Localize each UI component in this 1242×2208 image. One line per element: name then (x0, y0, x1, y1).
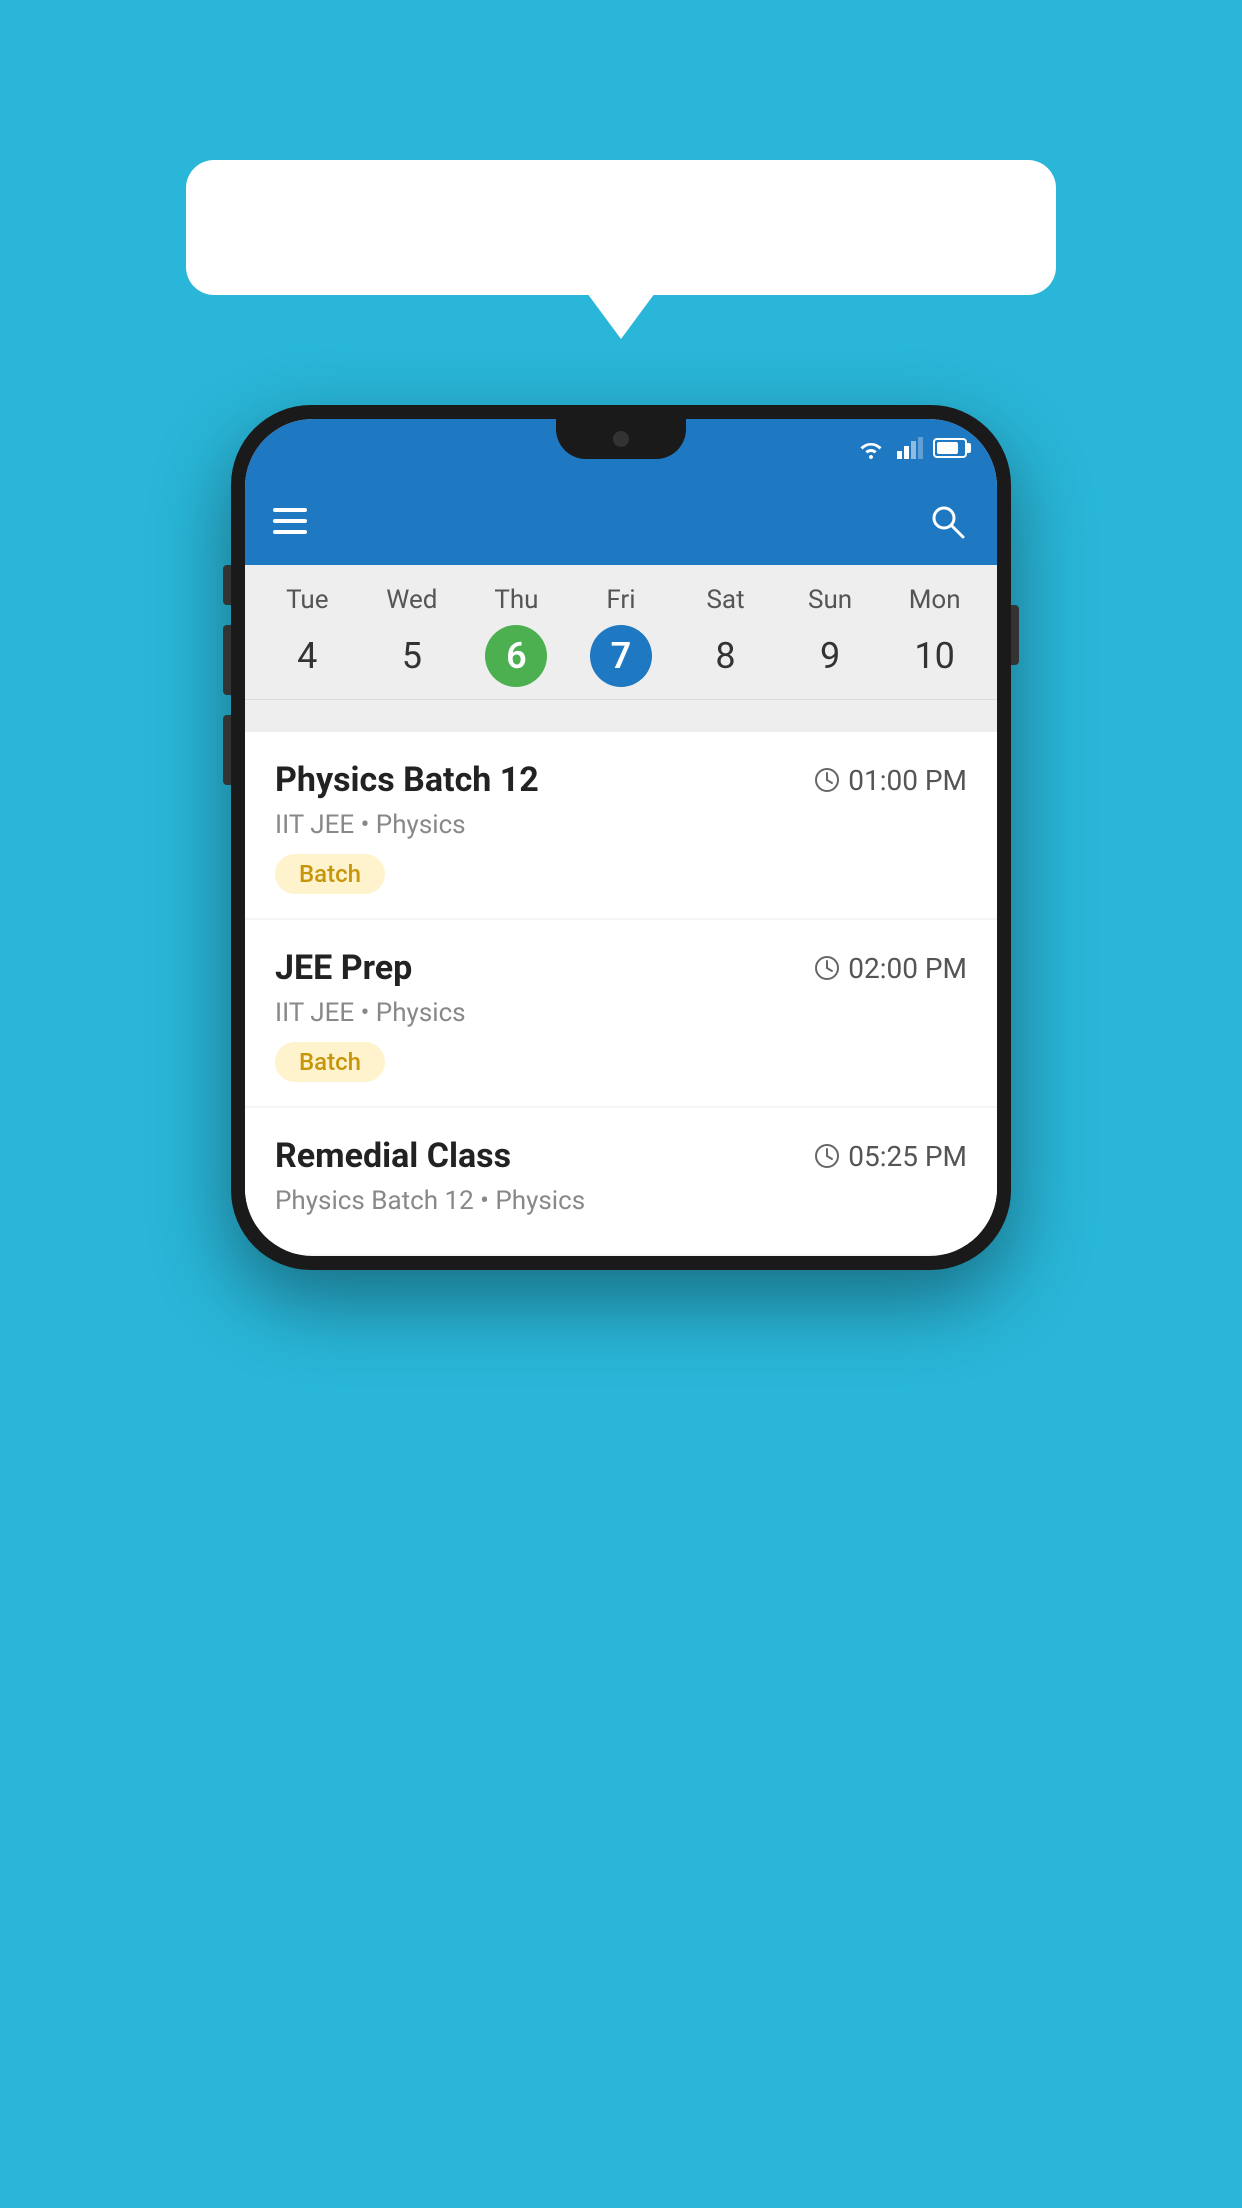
battery-icon (933, 438, 967, 458)
class-detail: IIT JEE • Physics (275, 998, 967, 1028)
class-time: 01:00 PM (814, 764, 967, 797)
battery-fill (937, 442, 958, 454)
class-item[interactable]: Physics Batch 12 01:00 PM IIT JEE • Physic… (245, 732, 997, 918)
class-list: Physics Batch 12 01:00 PM IIT JEE • Physic… (245, 732, 997, 1254)
day-name: Tue (286, 585, 328, 615)
search-icon (929, 503, 965, 539)
day-col-sat[interactable]: Sat 8 (695, 585, 757, 699)
day-name: Mon (909, 585, 961, 615)
day-number: 8 (695, 625, 757, 687)
clock-icon (814, 1143, 840, 1169)
day-number: 5 (381, 625, 443, 687)
clock-icon (814, 955, 840, 981)
day-number: 7 (590, 625, 652, 687)
class-header: JEE Prep 02:00 PM (275, 948, 967, 988)
class-name: Physics Batch 12 (275, 760, 539, 800)
batch-tag: Batch (275, 854, 385, 894)
class-name: Remedial Class (275, 1136, 511, 1176)
phone-wrapper: Tue 4 Wed 5 Thu 6 Fri 7 Sat 8 Sun 9 Mon 10 Physics Ba… (231, 405, 1011, 1270)
volume-down-button (223, 715, 231, 785)
day-col-sun[interactable]: Sun 9 (799, 585, 861, 699)
class-name: JEE Prep (275, 948, 412, 988)
class-header: Remedial Class 05:25 PM (275, 1136, 967, 1176)
wifi-icon (855, 437, 887, 459)
search-button[interactable] (925, 499, 969, 543)
day-col-thu[interactable]: Thu 6 (485, 585, 547, 699)
status-icons (855, 437, 967, 459)
class-time: 02:00 PM (814, 952, 967, 985)
volume-up-button (223, 625, 231, 695)
day-number: 6 (485, 625, 547, 687)
class-time: 05:25 PM (814, 1140, 967, 1173)
day-number: 9 (799, 625, 861, 687)
day-name: Thu (494, 585, 538, 615)
camera (613, 431, 629, 447)
selected-date-label (245, 699, 997, 732)
days-row: Tue 4 Wed 5 Thu 6 Fri 7 Sat 8 Sun 9 Mon 10 (245, 585, 997, 699)
phone-frame: Tue 4 Wed 5 Thu 6 Fri 7 Sat 8 Sun 9 Mon 10 Physics Ba… (231, 405, 1011, 1270)
status-bar (245, 419, 997, 477)
day-col-wed[interactable]: Wed 5 (381, 585, 443, 699)
power-button (1011, 605, 1019, 665)
class-detail: IIT JEE • Physics (275, 810, 967, 840)
signal-icon (897, 437, 923, 459)
batch-tag: Batch (275, 1042, 385, 1082)
class-header: Physics Batch 12 01:00 PM (275, 760, 967, 800)
volume-silent-button (223, 565, 231, 605)
menu-button[interactable] (273, 508, 307, 534)
app-bar (245, 477, 997, 565)
clock-icon (814, 767, 840, 793)
phone-screen: Tue 4 Wed 5 Thu 6 Fri 7 Sat 8 Sun 9 Mon 10 Physics Ba… (245, 419, 997, 1256)
class-item[interactable]: Remedial Class 05:25 PM Physics Batch 12 •… (245, 1108, 997, 1254)
speech-bubble-wrapper (186, 160, 1056, 295)
class-item[interactable]: JEE Prep 02:00 PM IIT JEE • Physics Batch (245, 920, 997, 1106)
calendar-strip: Tue 4 Wed 5 Thu 6 Fri 7 Sat 8 Sun 9 Mon 10 (245, 565, 997, 732)
class-detail: Physics Batch 12 • Physics (275, 1186, 967, 1216)
day-number: 4 (276, 625, 338, 687)
day-number: 10 (904, 625, 966, 687)
day-col-fri[interactable]: Fri 7 (590, 585, 652, 699)
day-name: Wed (386, 585, 437, 615)
notch (556, 419, 686, 459)
day-name: Fri (606, 585, 635, 615)
day-col-tue[interactable]: Tue 4 (276, 585, 338, 699)
day-col-mon[interactable]: Mon 10 (904, 585, 966, 699)
day-name: Sat (706, 585, 744, 615)
speech-bubble (186, 160, 1056, 295)
day-name: Sun (808, 585, 852, 615)
